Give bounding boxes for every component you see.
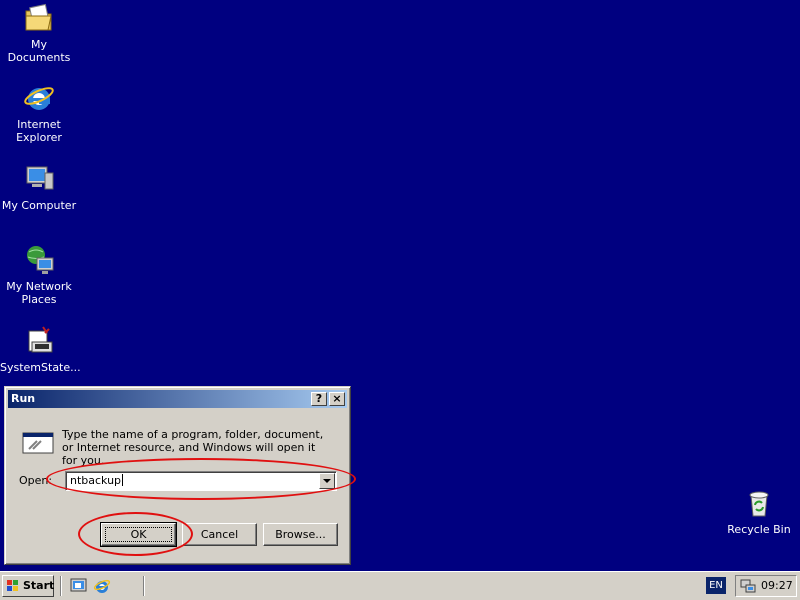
windows-logo-icon [7,580,18,591]
run-icon [22,432,54,454]
network-places-icon [27,246,54,274]
help-button[interactable]: ? [311,392,327,406]
computer-icon [26,166,54,190]
cancel-button[interactable]: Cancel [182,523,257,546]
dialog-title: Run [11,392,36,405]
close-button[interactable]: × [329,392,345,406]
desktop-icon-my-network-places[interactable]: My Network Places [0,244,78,306]
open-label: Open: [19,474,53,487]
system-tray: 09:27 [735,575,797,597]
run-dialog: Run ? × Type the name of a program, fold… [4,386,351,565]
ok-button[interactable]: OK [100,522,177,547]
run-dialog-titlebar[interactable]: Run ? × [8,390,347,408]
show-desktop-icon[interactable] [70,577,88,595]
browse-button[interactable]: Browse... [263,523,338,546]
desktop-icon-internet-explorer[interactable]: Internet Explorer [0,82,78,144]
desktop-icon-label: Internet Explorer [16,118,62,144]
clock[interactable]: 09:27 [761,579,793,592]
desktop-icon-my-computer[interactable]: My Computer [0,163,78,212]
taskbar: Start EN 09:27 [0,571,800,600]
internet-explorer-icon [24,87,54,110]
desktop-icon-label: Recycle Bin [727,523,791,536]
focus-rectangle [105,527,172,542]
dropdown-arrow-icon[interactable] [319,473,335,489]
desktop-icon-label: My Network Places [6,280,72,306]
start-button[interactable]: Start [2,575,54,597]
open-input[interactable]: ntbackup [70,474,123,487]
start-label: Start [23,579,55,592]
backup-file-icon [28,326,53,353]
desktop-icon-recycle-bin[interactable]: Recycle Bin [720,487,798,536]
desktop-icon-my-documents[interactable]: My Documents [0,2,78,64]
desktop-icon-label: My Documents [7,38,71,64]
folder-documents-icon [25,3,52,31]
taskbar-separator [143,576,145,596]
taskbar-separator [60,576,62,596]
desktop-icon-label: My Computer [1,199,77,212]
open-combobox[interactable]: ntbackup [65,471,337,491]
internet-explorer-icon[interactable] [93,577,111,595]
desktop-icon-systemstate[interactable]: SystemState... [0,325,81,374]
desktop-icon-label: SystemState... [0,361,81,374]
recycle-bin-icon [749,491,769,517]
language-indicator[interactable]: EN [706,577,726,594]
run-description: Type the name of a program, folder, docu… [62,428,324,467]
network-connection-icon[interactable] [740,578,756,594]
